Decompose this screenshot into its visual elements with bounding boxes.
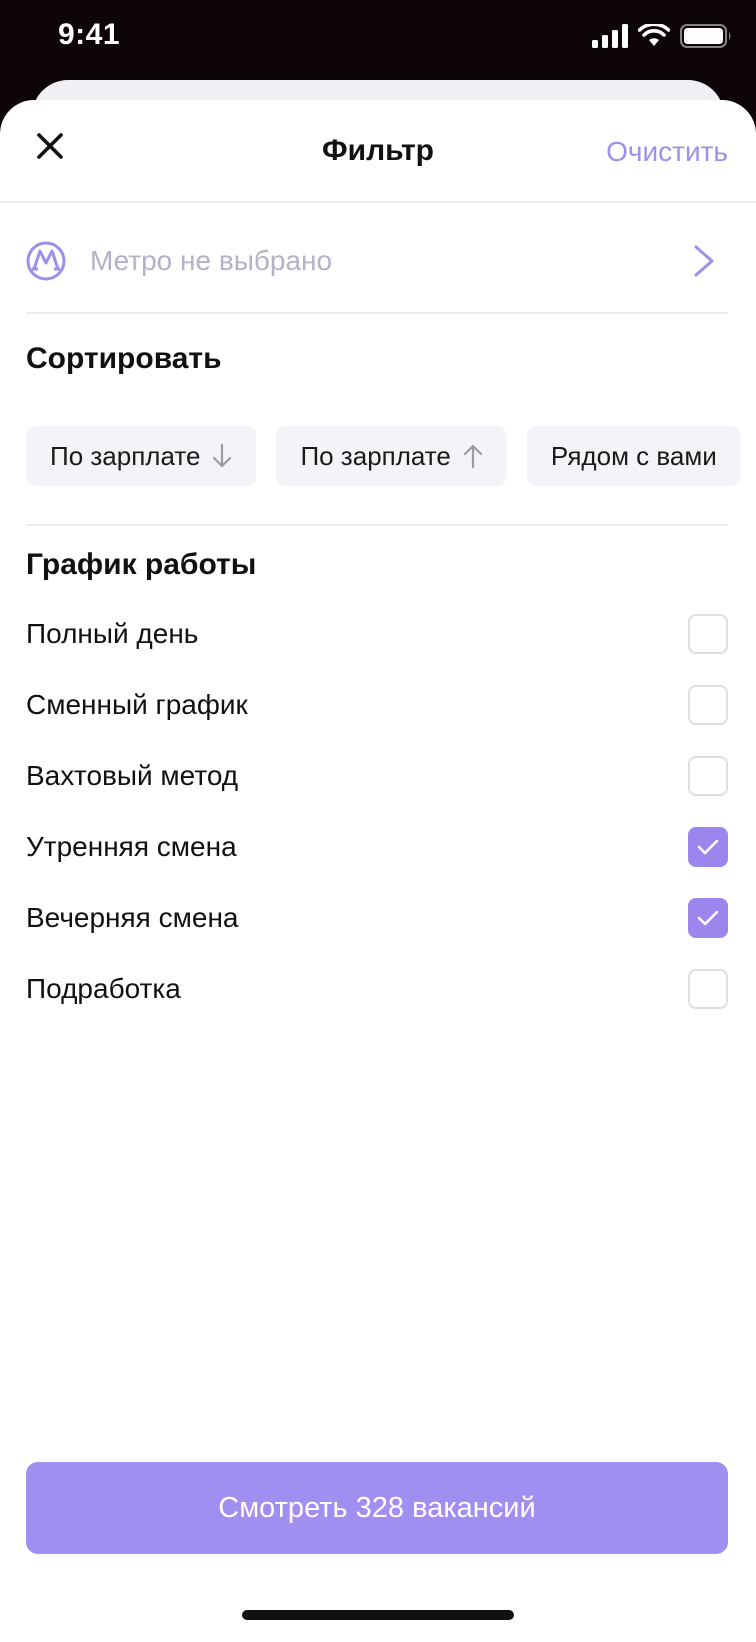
sheet-header: Фильтр Очистить bbox=[0, 100, 756, 203]
checkmark-icon bbox=[697, 910, 719, 926]
filter-sheet: Фильтр Очистить Метро не выбрано Сортиро… bbox=[0, 100, 756, 1642]
sort-chip-salary-desc[interactable]: По зарплате bbox=[26, 426, 257, 486]
sort-chip-label: По зарплате bbox=[300, 440, 451, 471]
metro-selector[interactable]: Метро не выбрано bbox=[26, 210, 728, 314]
sort-options: По зарплате По зарплате Рядом с вами bbox=[26, 426, 741, 486]
schedule-option-evening[interactable]: Вечерняя смена bbox=[26, 896, 728, 940]
divider bbox=[26, 524, 728, 526]
checkbox-checked[interactable] bbox=[688, 898, 728, 938]
option-label: Подработка bbox=[26, 973, 181, 1004]
checkbox[interactable] bbox=[688, 756, 728, 796]
status-time: 9:41 bbox=[58, 18, 121, 51]
option-label: Сменный график bbox=[26, 689, 248, 720]
schedule-option-part-time[interactable]: Подработка bbox=[26, 967, 728, 1011]
schedule-option-morning[interactable]: Утренняя смена bbox=[26, 825, 728, 869]
sort-chip-salary-asc[interactable]: По зарплате bbox=[276, 426, 507, 486]
status-icons bbox=[592, 24, 732, 48]
metro-placeholder: Метро не выбрано bbox=[90, 245, 333, 276]
checkmark-icon bbox=[697, 839, 719, 855]
sort-chip-nearby[interactable]: Рядом с вами bbox=[526, 426, 741, 486]
show-vacancies-button[interactable]: Смотреть 328 вакансий bbox=[26, 1462, 728, 1554]
arrow-up-icon bbox=[463, 443, 483, 469]
schedule-option-shift[interactable]: Сменный график bbox=[26, 683, 728, 727]
schedule-option-full-day[interactable]: Полный день bbox=[26, 612, 728, 656]
cellular-signal-icon bbox=[592, 24, 628, 48]
clear-button[interactable]: Очистить bbox=[606, 136, 728, 168]
option-label: Утренняя смена bbox=[26, 831, 237, 862]
chevron-right-icon bbox=[694, 245, 714, 277]
option-label: Полный день bbox=[26, 618, 199, 649]
home-indicator bbox=[242, 1610, 514, 1620]
sort-section-title: Сортировать bbox=[26, 342, 222, 375]
metro-icon bbox=[26, 241, 66, 281]
checkbox-checked[interactable] bbox=[688, 827, 728, 867]
status-bar: 9:41 bbox=[0, 0, 756, 80]
option-label: Вечерняя смена bbox=[26, 902, 239, 933]
checkbox[interactable] bbox=[688, 685, 728, 725]
arrow-down-icon bbox=[212, 443, 232, 469]
schedule-section-title: График работы bbox=[26, 548, 257, 581]
sort-chip-label: Рядом с вами bbox=[550, 440, 717, 471]
option-label: Вахтовый метод bbox=[26, 760, 239, 791]
wifi-icon bbox=[638, 24, 670, 46]
sort-chip-label: По зарплате bbox=[50, 440, 201, 471]
battery-icon bbox=[680, 24, 731, 48]
checkbox[interactable] bbox=[688, 614, 728, 654]
checkbox[interactable] bbox=[688, 969, 728, 1009]
schedule-option-rotation[interactable]: Вахтовый метод bbox=[26, 754, 728, 798]
